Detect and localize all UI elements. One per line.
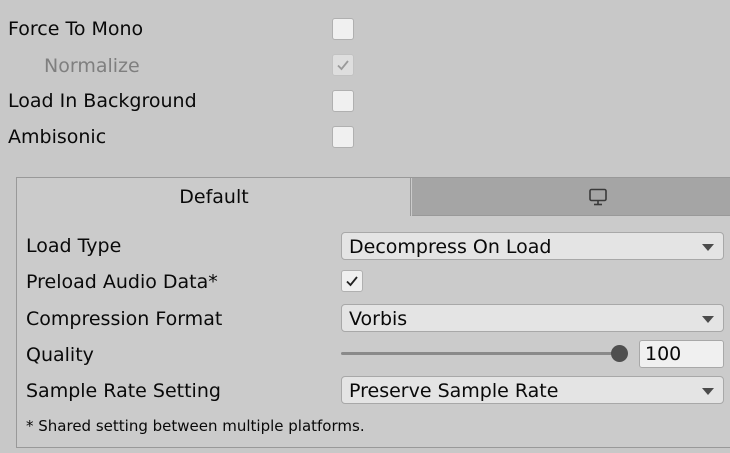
compression-format-label: Compression Format (26, 308, 223, 330)
quality-input[interactable] (645, 343, 719, 365)
normalize-checkbox (332, 54, 354, 76)
normalize-label: Normalize (44, 55, 140, 77)
force-to-mono-label: Force To Mono (8, 18, 144, 40)
quality-number-field[interactable] (639, 340, 724, 368)
dropdown-arrow-icon (702, 244, 714, 251)
load-in-background-row: Load In Background (0, 86, 730, 116)
audio-import-inspector: Force To Mono Normalize Load In Backgrou… (0, 0, 730, 453)
compression-format-value: Vorbis (349, 308, 408, 330)
preload-audio-data-checkbox[interactable] (341, 270, 363, 292)
load-type-dropdown[interactable]: Decompress On Load (341, 232, 724, 260)
tab-default[interactable]: Default (17, 178, 411, 216)
tab-standalone[interactable] (412, 178, 730, 216)
ambisonic-checkbox[interactable] (332, 126, 354, 148)
quality-label: Quality (26, 344, 94, 366)
load-in-background-checkbox[interactable] (332, 90, 354, 112)
ambisonic-label: Ambisonic (8, 126, 107, 148)
preload-audio-data-label: Preload Audio Data* (26, 271, 218, 293)
sample-rate-setting-value: Preserve Sample Rate (349, 380, 559, 402)
compression-format-dropdown[interactable]: Vorbis (341, 304, 724, 332)
platform-settings-panel: Default Load Type Decompress On Load Pre… (16, 177, 730, 448)
normalize-row: Normalize (0, 51, 730, 81)
force-to-mono-checkbox[interactable] (332, 18, 354, 40)
quality-slider-track[interactable] (341, 352, 623, 355)
sample-rate-setting-label: Sample Rate Setting (26, 380, 221, 402)
checkmark-icon (337, 60, 349, 71)
tab-default-label: Default (179, 186, 249, 208)
monitor-icon (589, 188, 607, 206)
dropdown-arrow-icon (702, 388, 714, 395)
quality-slider-thumb[interactable] (611, 345, 628, 362)
shared-setting-footnote: * Shared setting between multiple platfo… (26, 417, 365, 435)
checkmark-icon (346, 276, 358, 287)
load-type-value: Decompress On Load (349, 236, 552, 258)
force-to-mono-row: Force To Mono (0, 14, 730, 44)
sample-rate-setting-dropdown[interactable]: Preserve Sample Rate (341, 376, 724, 404)
load-type-label: Load Type (26, 235, 122, 257)
load-in-background-label: Load In Background (8, 90, 197, 112)
dropdown-arrow-icon (702, 316, 714, 323)
ambisonic-row: Ambisonic (0, 122, 730, 152)
